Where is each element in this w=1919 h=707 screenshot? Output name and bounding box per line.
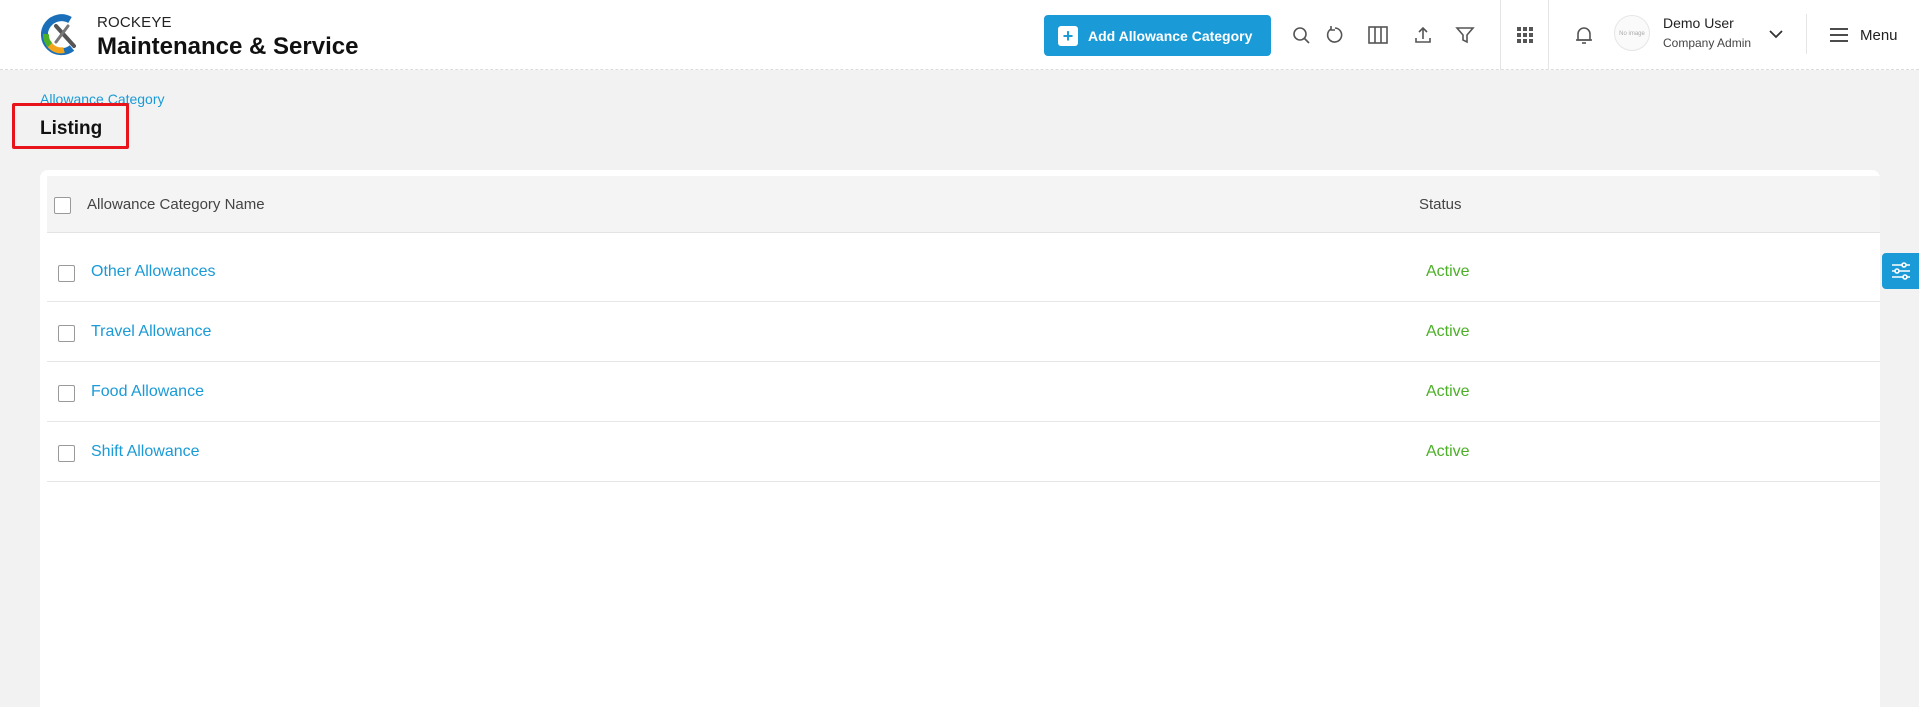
add-button-label: Add Allowance Category [1088,27,1253,44]
status-badge: Active [1426,323,1470,340]
row-checkbox[interactable] [58,325,75,342]
header-divider [1806,14,1807,54]
app-title: Maintenance & Service [97,33,359,60]
status-badge: Active [1426,443,1470,460]
user-role: Company Admin [1663,36,1752,50]
export-icon[interactable] [1411,23,1435,47]
search-icon[interactable] [1289,23,1313,47]
listing-table: Allowance Category Name Status Other All… [40,170,1880,707]
menu-label: Menu [1860,26,1898,44]
allowance-name-link[interactable]: Food Allowance [91,383,204,401]
add-allowance-category-button[interactable]: + Add Allowance Category [1044,15,1271,56]
highlight-annotation-box [12,103,129,149]
chevron-down-icon[interactable] [1766,24,1786,44]
table-row[interactable]: Shift Allowance Active [47,422,1880,482]
hamburger-icon [1830,28,1848,42]
plus-icon: + [1058,25,1078,46]
user-name: Demo User [1663,15,1734,31]
refresh-icon[interactable] [1323,23,1347,47]
column-header-status[interactable]: Status [1419,196,1462,213]
row-checkbox[interactable] [58,385,75,402]
header-divider [1548,0,1549,70]
select-all-checkbox[interactable] [54,197,71,214]
brand-name: ROCKEYE [97,14,172,31]
row-checkbox[interactable] [58,265,75,282]
table-header: Allowance Category Name Status [47,176,1880,233]
bell-icon[interactable] [1572,23,1596,47]
table-row[interactable]: Travel Allowance Active [47,302,1880,362]
header-divider [1500,0,1501,70]
status-badge: Active [1426,263,1470,280]
columns-icon[interactable] [1366,23,1390,47]
table-row[interactable]: Food Allowance Active [47,362,1880,422]
allowance-name-link[interactable]: Travel Allowance [91,323,211,341]
allowance-name-link[interactable]: Other Allowances [91,263,216,281]
top-header: ROCKEYE Maintenance & Service + Add Allo… [0,0,1919,70]
rockeye-logo-icon[interactable] [38,12,82,56]
settings-panel-tab[interactable] [1882,253,1919,289]
status-badge: Active [1426,383,1470,400]
column-header-name[interactable]: Allowance Category Name [87,196,265,213]
menu-button[interactable]: Menu [1828,24,1898,46]
row-checkbox[interactable] [58,445,75,462]
table-row[interactable]: Other Allowances Active [47,242,1880,302]
apps-grid-icon[interactable] [1513,23,1537,47]
sliders-icon [1891,262,1910,280]
filter-icon[interactable] [1453,23,1477,47]
allowance-name-link[interactable]: Shift Allowance [91,443,200,461]
avatar[interactable]: No image [1614,15,1650,51]
